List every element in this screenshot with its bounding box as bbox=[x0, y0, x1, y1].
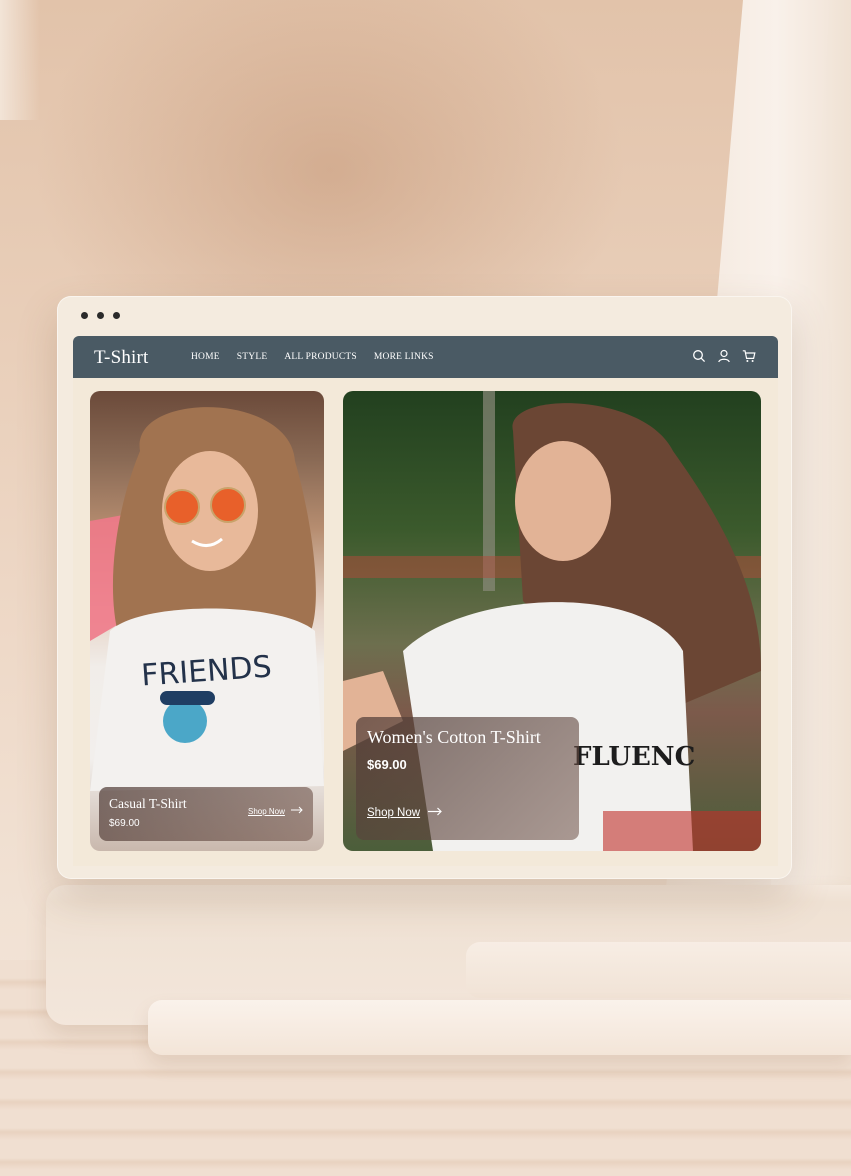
shirt-print-text: FLUENC bbox=[573, 742, 695, 772]
user-icon[interactable] bbox=[717, 349, 731, 363]
shop-now-label: Shop Now bbox=[248, 806, 285, 816]
shirt-print: FLUENC bbox=[573, 742, 695, 772]
product-overlay: Women's Cotton T-Shirt $69.00 Shop Now bbox=[356, 717, 579, 840]
site-navbar: T-Shirt HOME STYLE ALL PRODUCTS MORE LIN… bbox=[73, 336, 778, 378]
background-panel bbox=[0, 0, 40, 120]
cart-icon[interactable] bbox=[742, 349, 756, 363]
product-title: Women's Cotton T-Shirt bbox=[367, 727, 541, 747]
shop-now-link[interactable]: Shop Now bbox=[367, 807, 442, 819]
search-icon[interactable] bbox=[692, 349, 706, 363]
product-grid: FRIENDS Casual T-Shirt $69.00 Shop Now F… bbox=[73, 378, 778, 866]
site-logo[interactable]: T-Shirt bbox=[94, 347, 149, 369]
menu-item-style[interactable]: STYLE bbox=[237, 352, 268, 362]
product-price: $69.00 bbox=[109, 818, 140, 829]
window-dot bbox=[97, 312, 104, 319]
shirt-print-text: FRIENDS bbox=[140, 650, 273, 694]
shirt-print: FRIENDS bbox=[140, 650, 273, 694]
window-dot bbox=[113, 312, 120, 319]
podium-step bbox=[148, 1000, 851, 1055]
product-overlay: Casual T-Shirt $69.00 Shop Now bbox=[99, 787, 313, 841]
shop-now-link[interactable]: Shop Now bbox=[248, 806, 303, 816]
product-title: Casual T-Shirt bbox=[109, 796, 187, 811]
nav-icons bbox=[692, 349, 756, 363]
browser-window: T-Shirt HOME STYLE ALL PRODUCTS MORE LIN… bbox=[57, 296, 792, 879]
window-dot bbox=[81, 312, 88, 319]
window-controls bbox=[81, 312, 120, 319]
product-card[interactable]: FRIENDS Casual T-Shirt $69.00 Shop Now bbox=[90, 391, 324, 851]
product-card[interactable]: FLUENC Women's Cotton T-Shirt $69.00 Sho… bbox=[343, 391, 761, 851]
arrow-right-icon bbox=[290, 806, 303, 816]
menu-item-more-links[interactable]: MORE LINKS bbox=[374, 352, 434, 362]
product-photo bbox=[90, 407, 324, 791]
arrow-right-icon bbox=[428, 807, 442, 819]
menu-item-all-products[interactable]: ALL PRODUCTS bbox=[284, 352, 357, 362]
shop-now-label: Shop Now bbox=[367, 807, 421, 819]
main-menu: HOME STYLE ALL PRODUCTS MORE LINKS bbox=[191, 352, 434, 362]
product-price: $69.00 bbox=[367, 757, 407, 772]
podium-step bbox=[466, 942, 851, 998]
menu-item-home[interactable]: HOME bbox=[191, 352, 220, 362]
